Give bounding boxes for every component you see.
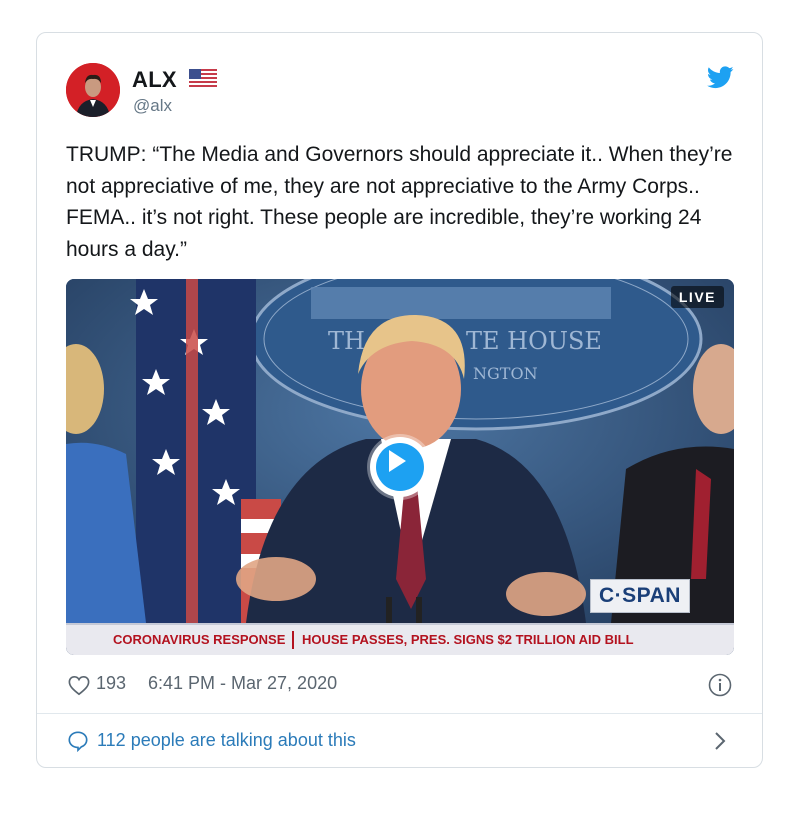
conversation-link[interactable]: 112 people are talking about this bbox=[97, 730, 356, 751]
network-logo: C·SPAN bbox=[590, 579, 690, 613]
speech-bubble-icon[interactable] bbox=[67, 730, 89, 752]
us-flag-icon bbox=[189, 69, 217, 87]
tweet-text: TRUMP: “The Media and Governors should a… bbox=[66, 143, 733, 261]
backdrop-subtext: NGTON bbox=[473, 364, 538, 383]
ticker-topic: CORONAVIRUS RESPONSE bbox=[113, 632, 286, 647]
play-icon bbox=[389, 450, 406, 472]
live-badge: LIVE bbox=[670, 286, 724, 308]
ticker-separator bbox=[292, 631, 294, 649]
backdrop-text-left: TH bbox=[328, 327, 365, 355]
tweet-timestamp[interactable]: 6:41 PM - Mar 27, 2020 bbox=[148, 673, 337, 694]
user-handle[interactable]: @alx bbox=[133, 96, 172, 116]
display-name[interactable]: ALX bbox=[132, 67, 177, 93]
avatar-image bbox=[66, 63, 120, 117]
like-count: 193 bbox=[96, 673, 127, 693]
footer-divider bbox=[37, 713, 762, 714]
info-icon[interactable] bbox=[708, 673, 732, 697]
heart-icon[interactable] bbox=[68, 675, 90, 696]
avatar[interactable] bbox=[66, 63, 120, 117]
embedded-tweet-card: ALX @alx TRUMP: “The Media and Governors… bbox=[36, 32, 763, 768]
chevron-right-icon[interactable] bbox=[713, 730, 727, 752]
ticker-headline: HOUSE PASSES, PRES. SIGNS $2 TRILLION AI… bbox=[302, 632, 634, 647]
backdrop-text-right: TE HOUSE bbox=[466, 327, 602, 355]
twitter-bird-icon[interactable] bbox=[707, 66, 734, 89]
video-player[interactable]: TH TE HOUSE NGTON LIVE C·SPAN CORONAVIRU… bbox=[66, 279, 734, 655]
news-ticker: CORONAVIRUS RESPONSE HOUSE PASSES, PRES.… bbox=[66, 623, 734, 655]
play-button[interactable] bbox=[370, 437, 430, 497]
